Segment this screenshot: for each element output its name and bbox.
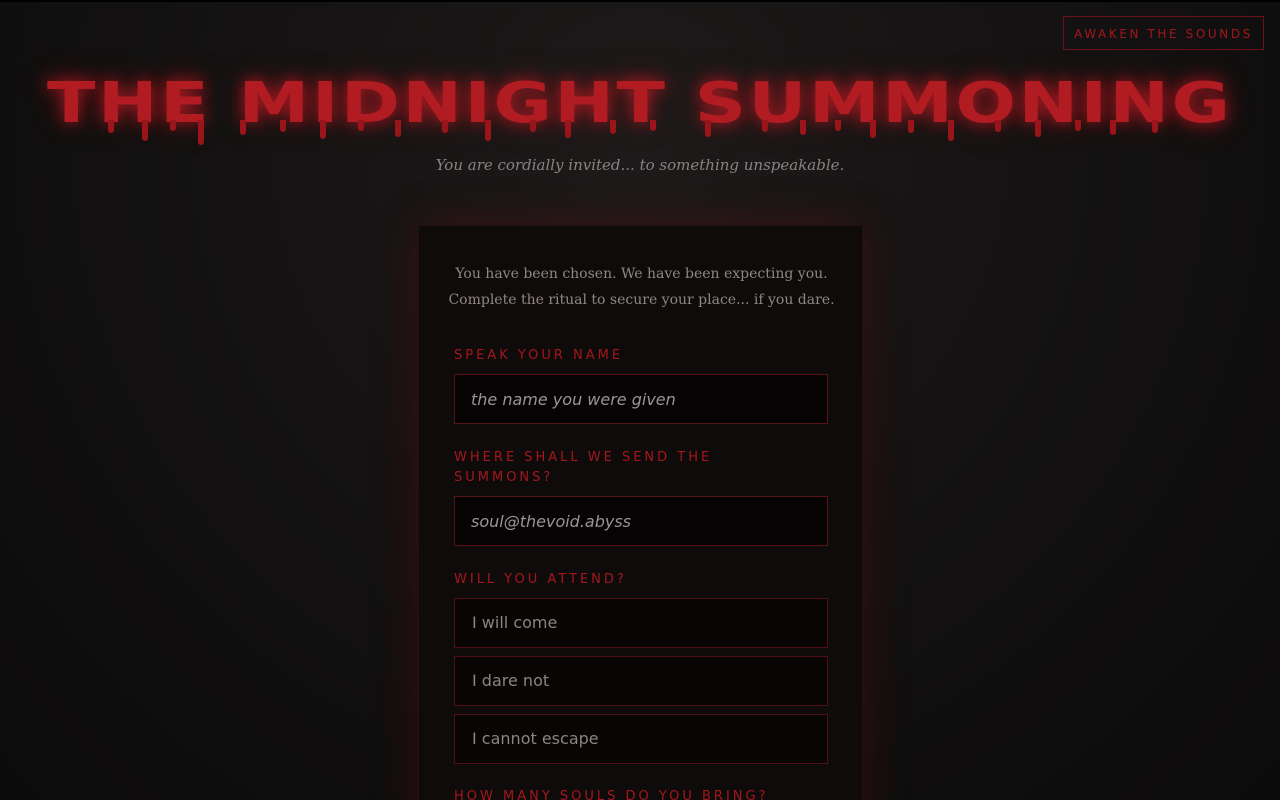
email-label: WHERE SHALL WE SEND THE SUMMONS? [454, 450, 713, 485]
attend-option-dare-not[interactable]: I dare not [454, 656, 828, 706]
page-subtitle: You are cordially invited... to somethin… [435, 156, 845, 174]
attend-label: WILL YOU ATTEND? [454, 572, 627, 587]
intro-text: You have been chosen. We have been expec… [419, 261, 864, 313]
attend-option-cannot-escape[interactable]: I cannot escape [454, 714, 828, 764]
top-border [0, 0, 1280, 2]
rsvp-form-card: You have been chosen. We have been expec… [418, 225, 863, 800]
blood-drips-decoration [108, 120, 1158, 145]
name-label: SPEAK YOUR NAME [454, 348, 624, 363]
awaken-sounds-button[interactable]: AWAKEN THE SOUNDS [1063, 16, 1264, 50]
intro-line-2: Complete the ritual to secure your place… [448, 292, 835, 308]
email-input[interactable] [454, 496, 828, 546]
attend-option-will-come[interactable]: I will come [454, 598, 828, 648]
intro-line-1: You have been chosen. We have been expec… [455, 266, 828, 282]
name-input[interactable] [454, 374, 828, 424]
souls-label: HOW MANY SOULS DO YOU BRING? [454, 789, 769, 800]
